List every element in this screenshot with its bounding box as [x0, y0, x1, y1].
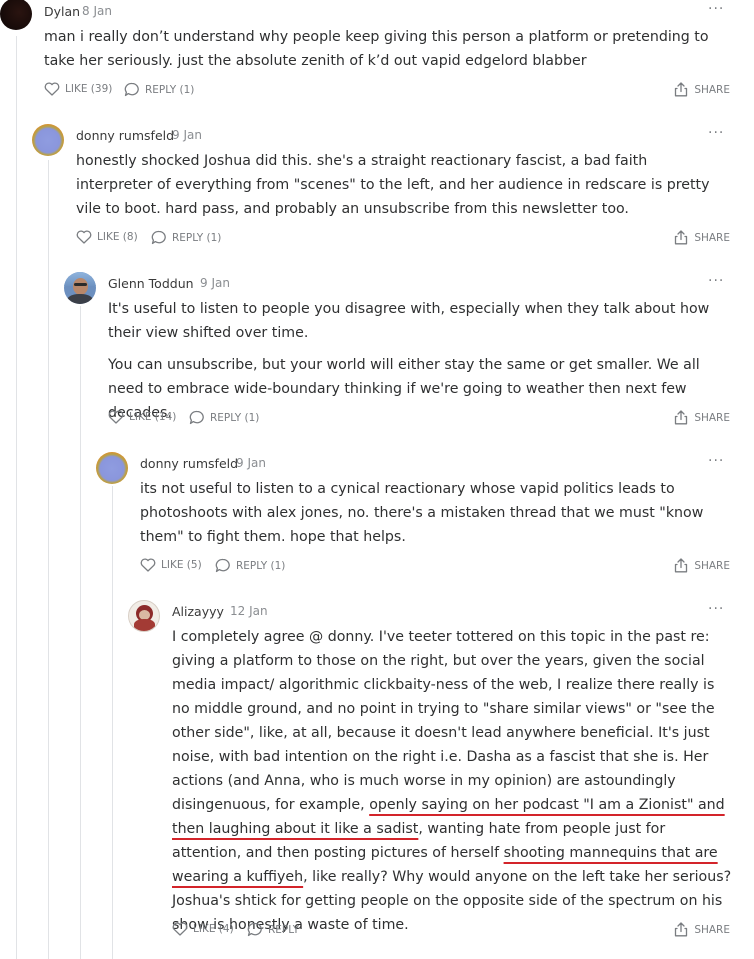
- share-label: SHARE: [694, 559, 730, 572]
- reply-button[interactable]: REPLY (1): [189, 410, 259, 425]
- comment-author[interactable]: donny rumsfeld: [76, 128, 174, 143]
- reply-label: REPLY (1): [210, 411, 260, 424]
- share-icon: [675, 410, 688, 425]
- reply-label: REPLY: [268, 923, 300, 936]
- like-label: LIKE (8): [97, 231, 138, 243]
- like-button[interactable]: LIKE (14): [108, 410, 176, 424]
- speech-bubble-icon: [151, 230, 166, 245]
- comment-actions: LIKE (5) REPLY (1) SHARE: [140, 558, 730, 574]
- speech-bubble-icon: [215, 558, 230, 573]
- thread-line-level-2: [48, 160, 49, 959]
- share-button[interactable]: SHARE: [674, 558, 730, 573]
- comment-author[interactable]: donny rumsfeld: [140, 456, 238, 471]
- like-label: LIKE (4): [193, 923, 234, 935]
- comment-body: man i really don’t understand why people…: [44, 25, 734, 73]
- comment-date[interactable]: 9 Jan: [200, 276, 230, 290]
- like-button[interactable]: LIKE (4): [172, 922, 234, 936]
- share-icon: [675, 922, 688, 937]
- like-button[interactable]: LIKE (39): [44, 82, 112, 96]
- more-options-icon[interactable]: ···: [708, 2, 724, 16]
- comment-date[interactable]: 9 Jan: [172, 128, 202, 142]
- comment-paragraph: man i really don’t understand why people…: [44, 29, 709, 69]
- heart-icon: [172, 922, 188, 936]
- comment-date[interactable]: 9 Jan: [236, 456, 266, 470]
- reply-label: REPLY (1): [236, 559, 286, 572]
- avatar[interactable]: [0, 0, 32, 30]
- thread-line-level-3: [80, 306, 81, 959]
- heart-icon: [44, 82, 60, 96]
- more-options-icon[interactable]: ···: [708, 602, 724, 616]
- comment-body: its not useful to listen to a cynical re…: [140, 477, 730, 549]
- thread-line-level-4: [112, 486, 113, 959]
- avatar[interactable]: [96, 452, 128, 484]
- thread-line-level-1: [16, 36, 17, 959]
- comment-paragraph: I completely agree @ donny. I've teeter …: [172, 625, 732, 937]
- like-label: LIKE (14): [129, 411, 177, 423]
- share-label: SHARE: [694, 411, 730, 424]
- reply-button[interactable]: REPLY (1): [215, 558, 285, 573]
- reply-button[interactable]: REPLY: [247, 922, 299, 937]
- like-label: LIKE (5): [161, 559, 202, 571]
- comment-author[interactable]: Glenn Toddun: [108, 276, 194, 291]
- speech-bubble-icon: [124, 82, 139, 97]
- comment-actions: LIKE (4) REPLY SHARE: [172, 922, 730, 938]
- comment-actions: LIKE (8) REPLY (1) SHARE: [76, 230, 730, 246]
- share-button[interactable]: SHARE: [674, 82, 730, 97]
- reply-label: REPLY (1): [172, 231, 222, 244]
- share-button[interactable]: SHARE: [674, 230, 730, 245]
- comment-date[interactable]: 8 Jan: [82, 4, 112, 18]
- comment-paragraph: honestly shocked Joshua did this. she's …: [76, 153, 710, 217]
- comment-body: It's useful to listen to people you disa…: [108, 297, 728, 425]
- comment-body: honestly shocked Joshua did this. she's …: [76, 149, 716, 221]
- comment-author[interactable]: Alizayyy: [172, 604, 224, 619]
- share-button[interactable]: SHARE: [674, 410, 730, 425]
- share-icon: [675, 230, 688, 245]
- share-icon: [675, 82, 688, 97]
- comment-actions: LIKE (39) REPLY (1) SHARE: [44, 82, 730, 98]
- heart-icon: [108, 410, 124, 424]
- comment-body: I completely agree @ donny. I've teeter …: [172, 625, 732, 937]
- comment-paragraph: its not useful to listen to a cynical re…: [140, 481, 704, 545]
- heart-icon: [140, 558, 156, 572]
- comment-date[interactable]: 12 Jan: [230, 604, 268, 618]
- avatar[interactable]: [64, 272, 96, 304]
- comment-actions: LIKE (14) REPLY (1) SHARE: [108, 410, 730, 426]
- like-button[interactable]: LIKE (8): [76, 230, 138, 244]
- speech-bubble-icon: [247, 922, 262, 937]
- speech-bubble-icon: [189, 410, 204, 425]
- share-icon: [675, 558, 688, 573]
- like-label: LIKE (39): [65, 83, 113, 95]
- more-options-icon[interactable]: ···: [708, 126, 724, 140]
- share-label: SHARE: [694, 83, 730, 96]
- comment-paragraph: It's useful to listen to people you disa…: [108, 301, 710, 341]
- share-button[interactable]: SHARE: [674, 922, 730, 937]
- avatar[interactable]: [128, 600, 160, 632]
- more-options-icon[interactable]: ···: [708, 454, 724, 468]
- heart-icon: [76, 230, 92, 244]
- more-options-icon[interactable]: ···: [708, 274, 724, 288]
- reply-button[interactable]: REPLY (1): [151, 230, 221, 245]
- comment-author[interactable]: Dylan: [44, 4, 80, 19]
- share-label: SHARE: [694, 231, 730, 244]
- like-button[interactable]: LIKE (5): [140, 558, 202, 572]
- share-label: SHARE: [694, 923, 730, 936]
- reply-button[interactable]: REPLY (1): [124, 82, 194, 97]
- reply-label: REPLY (1): [145, 83, 195, 96]
- avatar[interactable]: [32, 124, 64, 156]
- comment-text: I completely agree @ donny. I've teeter …: [172, 629, 715, 813]
